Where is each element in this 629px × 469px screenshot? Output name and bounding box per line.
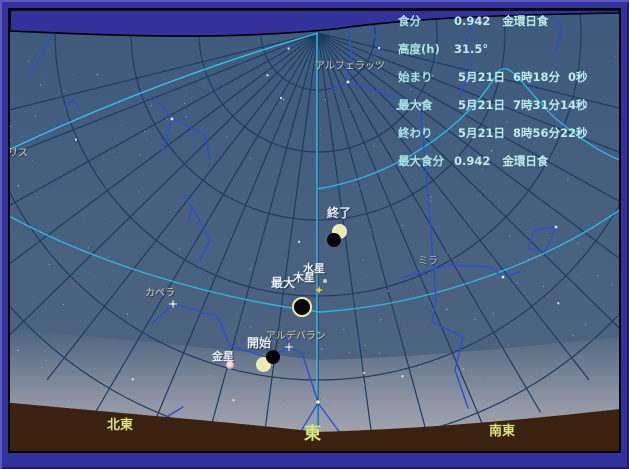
alpheratz-star bbox=[346, 80, 350, 84]
mercury-marker[interactable] bbox=[323, 279, 327, 283]
annular-eclipse-disc[interactable] bbox=[292, 297, 312, 317]
moon-disc-start[interactable] bbox=[266, 350, 280, 364]
moon-disc-end[interactable] bbox=[327, 233, 341, 247]
sky-chart[interactable]: 食分 0.942 金環日食 高度(h) 31.5° 始まり 5月21日 6時18… bbox=[8, 8, 621, 453]
sky-chart-canvas bbox=[10, 10, 619, 451]
app-window: 食分 0.942 金環日食 高度(h) 31.5° 始まり 5月21日 6時18… bbox=[0, 0, 629, 469]
venus-marker[interactable] bbox=[226, 361, 234, 369]
